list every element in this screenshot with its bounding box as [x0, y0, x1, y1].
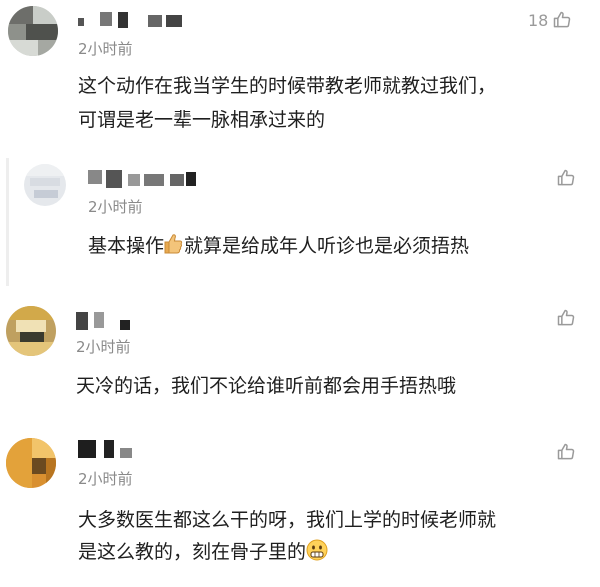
comment-text-line-2-text: 是这么教的，刻在骨子里的 — [78, 541, 307, 563]
username-blurred[interactable] — [78, 440, 148, 458]
avatar[interactable] — [24, 164, 66, 206]
thumbs-up-outline-icon — [557, 309, 575, 326]
grimace-face-emoji-icon — [306, 539, 328, 571]
comment-text-part-1: 基本操作 — [88, 235, 165, 257]
comment-text-line-1: 大多数医生都这么干的呀，我们上学的时候老师就 — [78, 509, 497, 531]
like-count: 18 — [528, 10, 549, 30]
comment-time: 2小时前 — [76, 338, 131, 356]
comment-text: 天冷的话，我们不论给谁听前都会用手捂热哦 — [76, 375, 457, 397]
avatar-pixel — [38, 40, 58, 56]
comment-time: 2小时前 — [78, 470, 133, 488]
avatar[interactable] — [6, 438, 56, 488]
comment-text-line-1: 这个动作在我当学生的时候带教老师就教过我们， — [78, 75, 497, 97]
username-blurred[interactable] — [76, 312, 136, 330]
avatar-pixel — [33, 6, 58, 24]
avatar-pixel — [6, 438, 32, 488]
comment-text-line-2: 可谓是老一辈一脉相承过来的 — [78, 109, 326, 131]
like-button[interactable]: 18 — [528, 10, 572, 30]
avatar-pixel — [20, 332, 44, 342]
avatar-pixel — [26, 24, 58, 40]
comment-text: 基本操作 就算是给成年人听诊也是必须捂热 — [88, 230, 469, 265]
comment-item: 2小时前 大多数医生都这么干的呀，我们上学的时候老师就 是这么教的，刻在骨子里的 — [0, 420, 600, 587]
avatar-pixel — [6, 306, 56, 320]
comment-text-line-2: 是这么教的，刻在骨子里的 — [78, 536, 328, 571]
comment-item: 2小时前 基本操作 就算是给成年人听诊也是必须捂热 — [0, 150, 600, 290]
avatar-pixel — [8, 6, 33, 24]
avatar-pixel — [16, 320, 46, 332]
username-blurred[interactable] — [78, 12, 188, 30]
comment-time: 2小时前 — [78, 40, 133, 58]
avatar[interactable] — [8, 6, 58, 56]
comment-text-part-2: 就算是给成年人听诊也是必须捂热 — [184, 235, 470, 257]
avatar-pixel — [32, 458, 46, 474]
like-button[interactable] — [556, 442, 576, 462]
like-button[interactable] — [556, 308, 576, 328]
avatar-pixel — [8, 40, 38, 56]
avatar-pixel — [30, 178, 60, 186]
avatar-pixel — [34, 190, 58, 198]
comment-time: 2小时前 — [88, 198, 143, 216]
avatar[interactable] — [6, 306, 56, 356]
thumbs-up-emoji-icon — [164, 233, 184, 265]
avatar-pixel — [32, 438, 56, 458]
avatar-pixel — [8, 24, 26, 40]
comment-item: 2小时前 天冷的话，我们不论给谁听前都会用手捂热哦 — [0, 290, 600, 430]
like-button[interactable] — [556, 168, 576, 188]
avatar-pixel — [24, 164, 66, 176]
comment-item: 2小时前 这个动作在我当学生的时候带教老师就教过我们， 可谓是老一辈一脉相承过来… — [0, 0, 600, 150]
thumbs-up-outline-icon — [554, 11, 571, 28]
thumbs-up-outline-icon — [557, 169, 575, 186]
username-blurred[interactable] — [88, 170, 208, 188]
avatar-pixel — [6, 342, 56, 356]
thumbs-up-outline-icon — [557, 443, 575, 460]
avatar-pixel — [46, 458, 56, 488]
